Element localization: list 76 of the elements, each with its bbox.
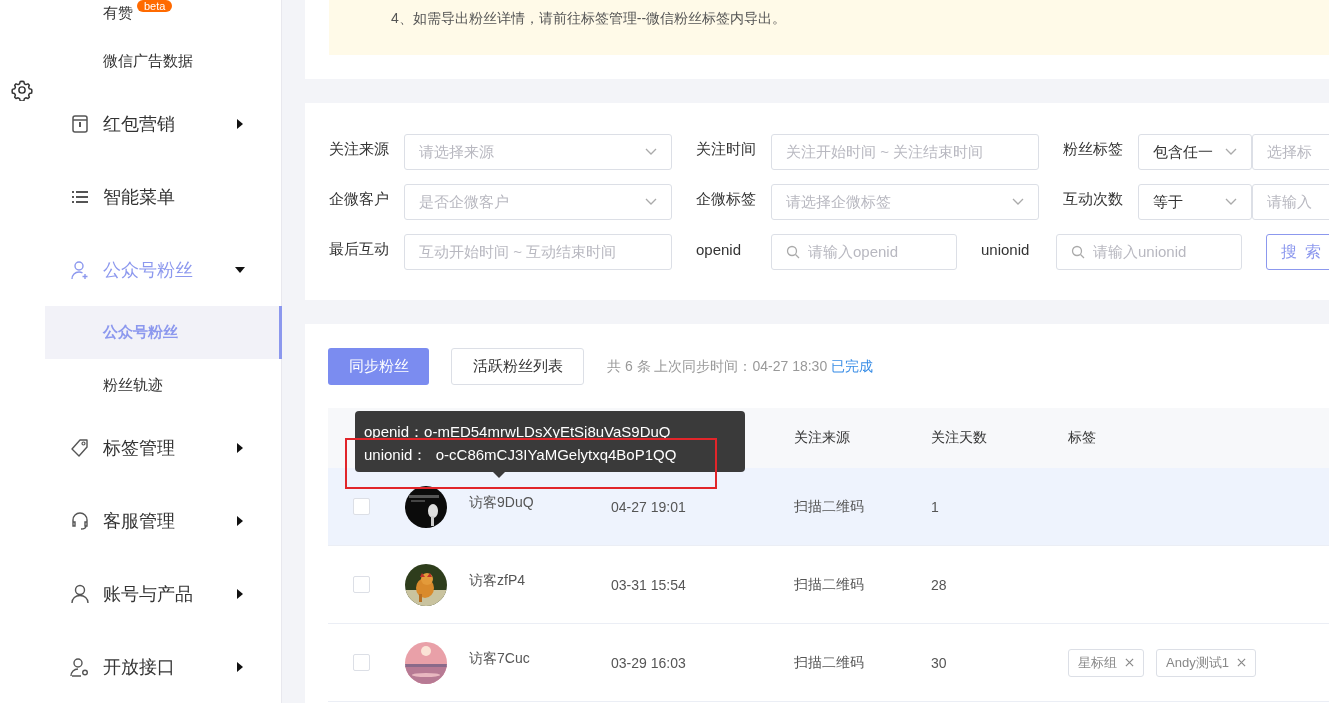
tooltip-text: openid：o-mED54mrwLDsXyEtSj8uVaS9DuQ <box>364 422 672 442</box>
close-icon[interactable] <box>1236 658 1246 667</box>
chevron-down-icon <box>1225 198 1237 206</box>
table-cell: 1 <box>931 498 939 515</box>
submenu-item[interactable]: 有赞 beta <box>45 0 281 31</box>
menu-label: 标签管理 <box>103 437 176 461</box>
menu-item[interactable]: 智能菜单 <box>45 160 281 234</box>
menu-item[interactable]: 红包营销 <box>45 87 281 161</box>
menu-label: 智能菜单 <box>103 185 176 209</box>
chevron-down-icon <box>1012 198 1024 206</box>
checkbox[interactable] <box>353 654 370 671</box>
sync-info: 共 6 条 上次同步时间：04-27 18:30 <box>607 357 828 376</box>
caret-right-icon <box>235 119 245 130</box>
fan-name: 访客zfP4 <box>469 571 525 590</box>
chevron-down-icon <box>645 198 657 206</box>
table-cell: 03-29 16:03 <box>611 654 686 671</box>
settings-icon[interactable] <box>11 79 33 101</box>
menu-item[interactable]: 账号与产品 <box>45 557 281 631</box>
checkbox[interactable] <box>353 498 370 515</box>
fan-name: 访客9DuQ <box>469 493 534 512</box>
select-field[interactable]: 包含任一 <box>1138 134 1252 170</box>
filter-label: openid <box>696 240 743 258</box>
filter-label: 粉丝标签 <box>1063 139 1124 159</box>
submenu-item[interactable]: 微信广告数据 <box>45 34 281 88</box>
close-icon[interactable] <box>1125 658 1134 667</box>
notice-text: 4、如需导出粉丝详情，请前往标签管理--微信粉丝标签内导出。 <box>391 10 788 28</box>
fan-name: 访客7Cuc <box>469 649 530 668</box>
table-cell: 30 <box>931 654 947 671</box>
filter-label: 互动次数 <box>1063 189 1124 209</box>
menu-item[interactable]: 客服管理 <box>45 484 281 558</box>
table-cell: 扫描二维码 <box>794 575 864 592</box>
select-field[interactable]: 等于 <box>1138 184 1252 220</box>
filter-label: 企微标签 <box>696 189 757 209</box>
table-cell: 03-31 15:54 <box>611 576 686 593</box>
menu-label: 账号与产品 <box>103 582 194 606</box>
search-icon <box>1071 245 1085 259</box>
filter-label: 关注来源 <box>329 139 390 159</box>
sync-status-link[interactable]: 已完成 <box>831 357 874 376</box>
beta-badge: beta <box>137 0 173 12</box>
caret-right-icon <box>235 588 245 599</box>
checkbox[interactable] <box>353 576 370 593</box>
table-cell: 扫描二维码 <box>794 497 864 514</box>
user-gear-icon <box>70 656 90 677</box>
tag-chip: 星标组 <box>1068 648 1144 677</box>
caret-down-icon <box>235 264 245 275</box>
tooltip-text: unionid： o-cC86mCJ3IYaMGelytxq4BoP1QQ <box>364 445 678 465</box>
caret-right-icon <box>235 443 245 454</box>
submenu-item[interactable]: 粉丝轨迹 <box>45 359 281 412</box>
column-header: 关注来源 <box>794 429 850 445</box>
menu-item[interactable]: 开放接口 <box>45 630 281 703</box>
menu-label: 开放接口 <box>103 655 176 679</box>
user-icon <box>70 583 90 604</box>
menu-label: 红包营销 <box>103 113 176 137</box>
filter-label: 关注时间 <box>696 139 757 159</box>
table-cell: 04-27 19:01 <box>611 498 686 515</box>
chevron-down-icon <box>1225 148 1237 156</box>
tag-icon <box>70 438 90 459</box>
column-header: 标签 <box>1068 429 1096 445</box>
caret-right-icon <box>235 661 245 672</box>
column-header: 关注天数 <box>931 429 987 445</box>
filter-label: 最后互动 <box>329 239 390 259</box>
table-cell: 28 <box>931 576 947 593</box>
chevron-down-icon <box>645 148 657 156</box>
filter-label: 企微客户 <box>329 189 390 209</box>
table-cell: 扫描二维码 <box>794 653 864 670</box>
active-fans-button[interactable]: 活跃粉丝列表 <box>451 348 584 385</box>
search-icon <box>786 245 800 259</box>
headset-icon <box>70 511 90 532</box>
user-plus-icon <box>70 259 90 280</box>
filter-label: unionid <box>981 240 1031 258</box>
tag-chip: Andy测试1 <box>1156 648 1256 677</box>
menu-label: 公众号粉丝 <box>103 258 194 282</box>
table-row[interactable]: 访客9DuQ 04-27 19:01 扫描二维码 1 <box>328 468 1329 546</box>
menu-item[interactable]: 标签管理 <box>45 411 281 485</box>
caret-right-icon <box>235 516 245 527</box>
menu-label: 客服管理 <box>103 510 176 534</box>
